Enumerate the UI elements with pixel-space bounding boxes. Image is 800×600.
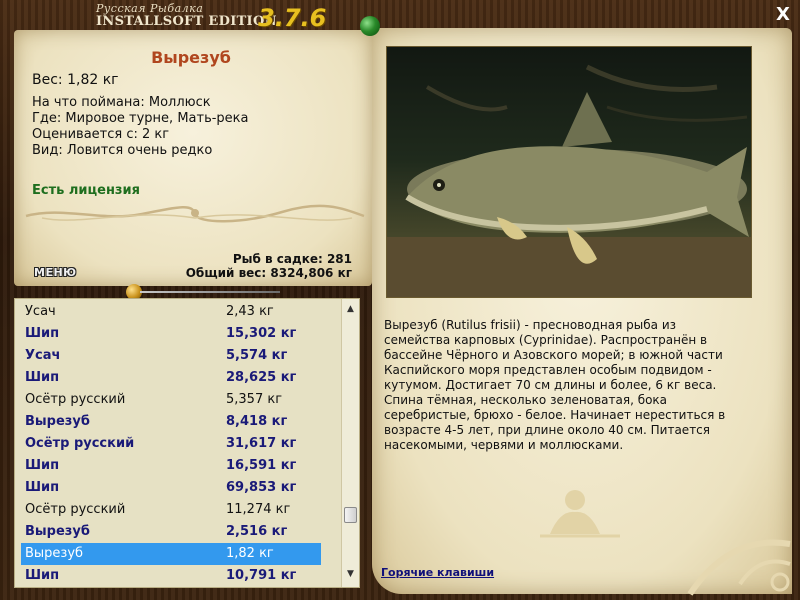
logo-title-bottom: INSTALLSOFT EDITION <box>96 14 277 29</box>
catch-fish-name: Осётр русский <box>25 436 135 451</box>
catch-fish-weight: 2,516 кг <box>226 524 288 539</box>
catch-fish-weight: 28,625 кг <box>226 370 297 385</box>
catch-fish-name: Шип <box>25 326 60 341</box>
catch-list-row[interactable]: Вырезуб 2,516 кг <box>15 521 341 543</box>
description-line: Каспийского моря представлен особым подв… <box>384 363 712 377</box>
catch-fish-name: Осётр русский <box>25 392 126 407</box>
description-line: семейства карповых (Cyprinidae). Распрос… <box>384 333 708 347</box>
catch-list-row[interactable]: Осётр русский 11,274 кг <box>15 499 341 521</box>
catch-list-row[interactable]: Усач 2,43 кг <box>15 301 341 323</box>
description-line: кутумом. Достигает 70 см длины и более, … <box>384 378 717 392</box>
catch-list-rows: Усач 2,43 кг Шип 15,302 кг Усач 5,574 кг Шип 28… <box>15 301 341 587</box>
catch-fish-weight: 5,574 кг <box>226 348 288 363</box>
description-line: насекомыми, червями и моллюсками. <box>384 438 624 452</box>
catch-fish-name: Шип <box>25 568 60 583</box>
scroll-up-icon[interactable]: ▲ <box>342 301 359 318</box>
catch-fish-weight: 11,274 кг <box>226 502 291 517</box>
catch-fish-name: Шип <box>25 458 60 473</box>
fish-weight: Вес: 1,82 кг <box>32 72 119 88</box>
close-button[interactable]: X <box>774 6 792 24</box>
catch-fish-weight: 5,357 кг <box>226 392 283 407</box>
catch-fish-name: Шип <box>25 370 60 385</box>
description-line: Вырезуб (Rutilus frisii) - пресноводная … <box>384 318 677 332</box>
catch-list-row[interactable]: Шип 10,791 кг <box>15 565 341 587</box>
pushpin-icon <box>360 16 380 36</box>
description-line: возрасте 4-5 лет, при длине около 40 см.… <box>384 423 710 437</box>
catch-list-row[interactable]: Шип 69,853 кг <box>15 477 341 499</box>
catch-list-row[interactable]: Шип 15,302 кг <box>15 323 341 345</box>
catch-list-row[interactable]: Вырезуб 8,418 кг <box>15 411 341 433</box>
catch-fish-weight: 15,302 кг <box>226 326 297 341</box>
catch-fish-name: Шип <box>25 480 60 495</box>
description-line: Спина тёмная, несколько зеленоватая, бок… <box>384 393 668 407</box>
scroll-down-icon[interactable]: ▼ <box>342 566 359 583</box>
catch-fish-name: Вырезуб <box>25 524 90 539</box>
catch-fish-weight: 69,853 кг <box>226 480 297 495</box>
catch-fish-name: Вырезуб <box>25 414 90 429</box>
catch-fish-name: Усач <box>25 304 56 319</box>
catch-list-row[interactable]: Усач 5,574 кг <box>15 345 341 367</box>
catch-fish-weight: 2,43 кг <box>226 304 274 319</box>
fish-description: Вырезуб (Rutilus frisii) - пресноводная … <box>384 318 756 453</box>
description-line: бассейне Чёрного и Азовского морей; в юж… <box>384 348 723 362</box>
catch-list-row[interactable]: Осётр русский 31,617 кг <box>15 433 341 455</box>
catch-fish-weight: 16,591 кг <box>226 458 297 473</box>
app-logo: Русская Рыбалка INSTALLSOFT EDITION 3.7.… <box>96 2 327 32</box>
fisherman-watermark-icon <box>540 490 620 538</box>
fish-image-icon <box>387 64 751 297</box>
corner-swirl-icon <box>687 539 791 596</box>
catch-fish-name: Осётр русский <box>25 502 126 517</box>
ornament-divider-icon <box>25 204 365 223</box>
catch-fish-name: Усач <box>25 348 61 363</box>
catch-list-scrollbar[interactable]: ▲ ▼ <box>341 299 359 587</box>
catch-list-row[interactable]: Вырезуб 1,82 кг <box>21 543 321 565</box>
fish-bait: На что поймана: Моллюск <box>32 95 211 110</box>
logo-version: 3.7.6 <box>258 4 327 32</box>
catch-fish-weight: 1,82 кг <box>226 546 274 561</box>
fish-rated-from: Оценивается с: 2 кг <box>32 127 170 142</box>
catch-fish-weight: 10,791 кг <box>226 568 297 583</box>
catch-list-row[interactable]: Осётр русский 5,357 кг <box>15 389 341 411</box>
keepnet-total-weight: Общий вес: 8324,806 кг <box>185 266 352 280</box>
needle-icon <box>140 291 280 293</box>
fish-photo <box>386 46 752 298</box>
fish-info-card <box>14 30 372 286</box>
fish-rarity: Вид: Ловится очень редко <box>32 143 213 158</box>
license-status: Есть лицензия <box>32 183 140 198</box>
hotkeys-link[interactable]: Горячие клавиши <box>381 566 494 579</box>
catch-fish-name: Вырезуб <box>25 546 84 561</box>
description-line: серебристые, брюхо - белое. Начинает нер… <box>384 408 726 422</box>
scroll-thumb[interactable] <box>344 507 357 523</box>
keepnet-count: Рыб в садке: 281 <box>232 252 352 266</box>
catch-list-row[interactable]: Шип 16,591 кг <box>15 455 341 477</box>
fish-location: Где: Мировое турне, Мать-река <box>32 111 249 126</box>
fish-name-title: Вырезуб <box>151 48 231 67</box>
menu-button[interactable]: МЕНЮ <box>34 266 77 279</box>
catch-list-row[interactable]: Шип 28,625 кг <box>15 367 341 389</box>
catch-list[interactable]: Усач 2,43 кг Шип 15,302 кг Усач 5,574 кг Шип 28… <box>14 298 360 588</box>
catch-fish-weight: 8,418 кг <box>226 414 288 429</box>
catch-fish-weight: 31,617 кг <box>226 436 297 451</box>
